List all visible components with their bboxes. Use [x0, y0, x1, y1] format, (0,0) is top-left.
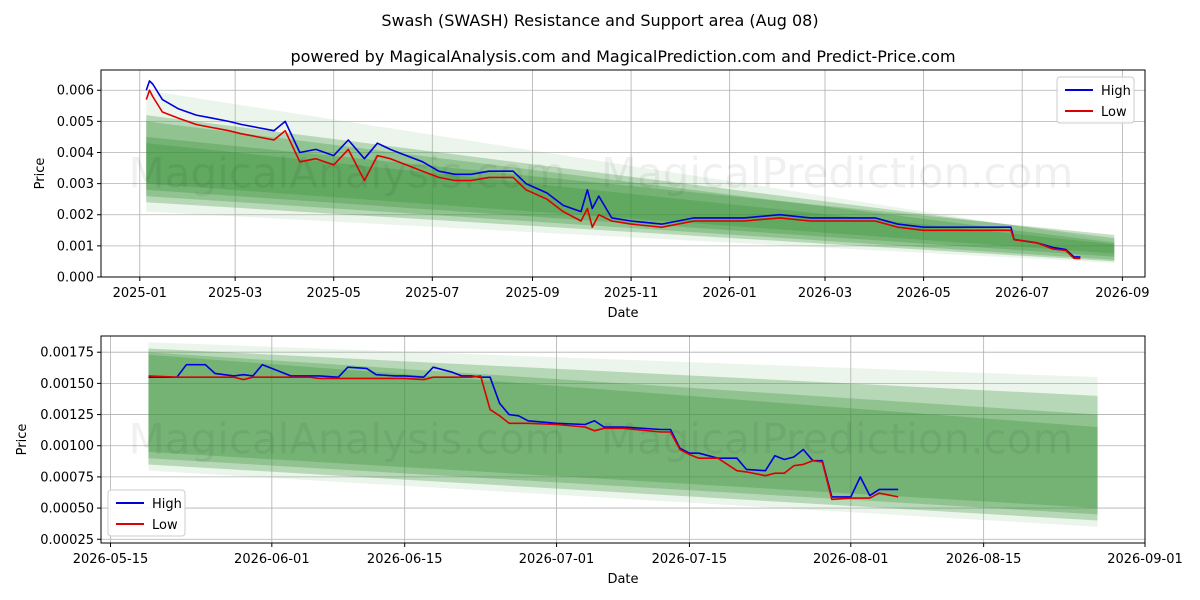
- x-axis-label: Date: [607, 572, 638, 587]
- chart-subtitle: powered by MagicalAnalysis.com and Magic…: [290, 47, 955, 66]
- y-tick-label: 0.005: [57, 115, 94, 130]
- y-tick-label: 0.00125: [40, 408, 94, 423]
- watermark-right: MagicalPrediction.com: [601, 149, 1074, 198]
- x-tick-label: 2026-08-01: [813, 552, 889, 567]
- y-tick-label: 0.00100: [40, 439, 94, 454]
- legend: High Low: [107, 489, 186, 537]
- x-tick-label: 2026-03: [798, 286, 852, 301]
- x-tick-label: 2025-07: [405, 286, 459, 301]
- x-axis-label: Date: [607, 306, 638, 321]
- y-axis-label: Price: [33, 158, 48, 190]
- x-tick-label: 2026-05-15: [73, 552, 149, 567]
- chart-figure: Swash (SWASH) Resistance and Support are…: [15, 11, 1183, 587]
- bottom-chart-panel: MagicalAnalysis.com MagicalPrediction.com…: [15, 335, 1183, 587]
- x-tick-label: 2025-11: [604, 286, 658, 301]
- y-axis-label: Price: [15, 424, 30, 456]
- y-tick-label: 0.00075: [40, 470, 94, 485]
- x-tick-label: 2025-09: [505, 286, 559, 301]
- legend-label-high: High: [1101, 84, 1131, 99]
- y-tick-label: 0.00150: [40, 377, 94, 392]
- y-tick-label: 0.00050: [40, 502, 94, 517]
- x-tick-label: 2026-07-01: [519, 552, 595, 567]
- x-tick-label: 2026-09: [1095, 286, 1149, 301]
- x-tick-label: 2026-08-15: [946, 552, 1022, 567]
- x-tick-label: 2026-06-15: [367, 552, 443, 567]
- y-tick-label: 0.004: [57, 146, 94, 161]
- watermark-right: MagicalPrediction.com: [601, 415, 1074, 464]
- legend: High Low: [1056, 76, 1135, 124]
- legend-label-low: Low: [1101, 105, 1127, 120]
- x-tick-label: 2025-05: [307, 286, 361, 301]
- y-tick-label: 0.00175: [40, 346, 94, 361]
- x-tick-label: 2026-01: [702, 286, 756, 301]
- y-tick-label: 0.003: [57, 177, 94, 192]
- legend-label-low: Low: [152, 518, 178, 533]
- x-tick-label: 2026-07: [995, 286, 1049, 301]
- legend-label-high: High: [152, 497, 182, 512]
- y-tick-label: 0.001: [57, 239, 94, 254]
- y-tick-label: 0.002: [57, 208, 94, 223]
- x-tick-label: 2026-06-01: [234, 552, 310, 567]
- x-tick-label: 2026-09-01: [1107, 552, 1183, 567]
- y-tick-label: 0.006: [57, 84, 94, 99]
- watermark-left: MagicalAnalysis.com: [129, 149, 566, 198]
- watermark-left: MagicalAnalysis.com: [129, 415, 566, 464]
- y-tick-label: 0.000: [57, 271, 94, 286]
- y-tick-label: 0.00025: [40, 533, 94, 548]
- top-chart-panel: MagicalAnalysis.com MagicalPrediction.com…: [33, 69, 1150, 321]
- x-tick-label: 2025-03: [208, 286, 262, 301]
- chart-title: Swash (SWASH) Resistance and Support are…: [381, 11, 818, 30]
- x-tick-label: 2026-05: [896, 286, 950, 301]
- x-tick-label: 2026-07-15: [652, 552, 728, 567]
- x-tick-label: 2025-01: [113, 286, 167, 301]
